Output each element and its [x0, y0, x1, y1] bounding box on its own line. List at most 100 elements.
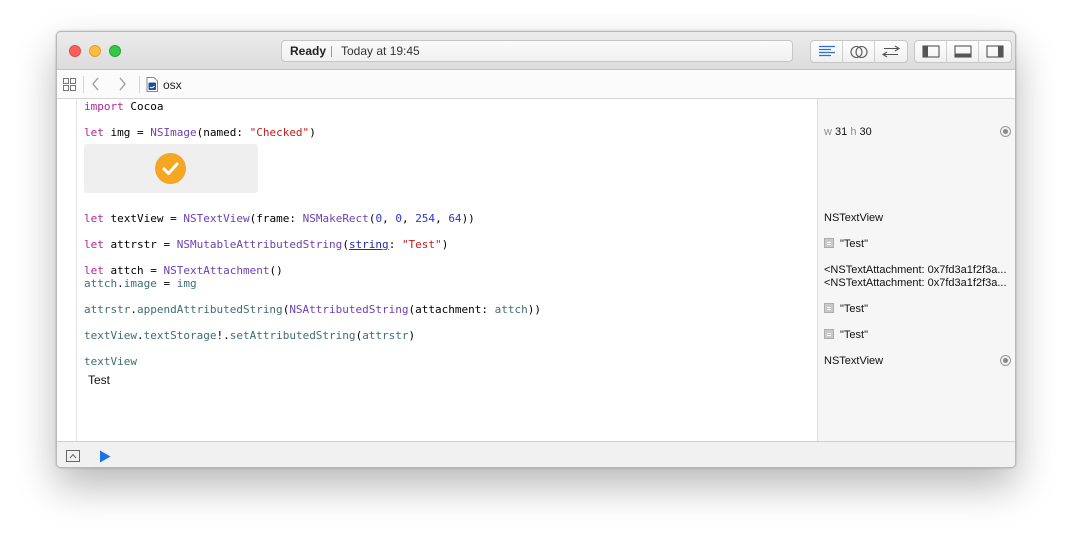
- code-token: (: [342, 238, 349, 251]
- identifier-token: setAttributedString: [229, 329, 356, 342]
- assistant-editor-button[interactable]: [843, 41, 875, 62]
- keyword-token: import: [84, 100, 124, 113]
- code-token: (named:: [196, 126, 250, 139]
- build-status: Ready: [290, 44, 327, 58]
- result-attachment: <NSTextAttachment: 0x7fd3a1f2f3a...: [824, 277, 1007, 289]
- result-append: "Test": [824, 303, 1014, 316]
- number-token: 64: [448, 212, 462, 225]
- quick-look-icon[interactable]: [824, 329, 834, 339]
- code-token: textView =: [103, 212, 184, 225]
- quick-look-icon[interactable]: [824, 303, 834, 313]
- standard-editor-icon: [818, 45, 835, 57]
- standard-editor-button[interactable]: [811, 41, 843, 62]
- type-token: NSAttributedString: [289, 303, 409, 316]
- chevron-right-icon[interactable]: [117, 77, 127, 91]
- debug-area-panel-icon: [953, 45, 972, 58]
- source-editor[interactable]: import Cocoa let img = NSImage(named: "C…: [77, 99, 817, 441]
- build-timestamp: Today at 19:45: [341, 44, 420, 58]
- show-result-icon[interactable]: [1000, 126, 1011, 137]
- identifier-token: attrstr: [84, 303, 131, 316]
- identifier-token: textStorage: [143, 329, 217, 342]
- results-sidebar: w 31 h 30 NSTextView "Test" <NSTextAttac…: [817, 99, 1015, 441]
- function-token: NSMakeRect: [302, 212, 369, 225]
- keyword-token: let: [84, 212, 104, 225]
- jump-bar: osx: [57, 70, 1015, 99]
- keyword-token: let: [84, 264, 104, 277]
- zoom-window-icon[interactable]: [109, 45, 121, 57]
- checkmark-icon: [162, 162, 179, 175]
- parameter-link[interactable]: string: [349, 238, 389, 251]
- editor-mode-control: [810, 40, 908, 63]
- code-token: (frame:: [249, 212, 303, 225]
- swift-file-icon: [146, 77, 158, 92]
- version-editor-button[interactable]: [875, 41, 907, 62]
- image-result-preview[interactable]: [84, 144, 258, 193]
- minimize-window-icon[interactable]: [89, 45, 101, 57]
- hide-debug-area-icon[interactable]: [66, 450, 80, 462]
- title-bar: Ready Today at 19:45: [57, 32, 1015, 70]
- result-value: "Test": [840, 303, 868, 315]
- identifier-token: img: [176, 277, 197, 290]
- identifier-token: attrstr: [362, 329, 409, 342]
- identifier-token: image: [123, 277, 157, 290]
- code-token: )): [527, 303, 541, 316]
- number-token: 254: [415, 212, 436, 225]
- code-token: .: [130, 303, 137, 316]
- run-playground-icon[interactable]: [99, 450, 111, 463]
- code-line: import Cocoa: [84, 100, 164, 113]
- code-token: ): [309, 126, 316, 139]
- code-token: .: [117, 277, 124, 290]
- code-token: ): [408, 329, 416, 342]
- keyword-token: let: [84, 126, 104, 139]
- activity-viewer: Ready Today at 19:45: [281, 40, 793, 62]
- jump-bar-divider: [139, 76, 140, 93]
- code-token: img =: [103, 126, 151, 139]
- result-textview-final: NSTextView: [824, 355, 884, 367]
- code-line: let img = NSImage(named: "Checked"): [84, 126, 316, 139]
- navigator-panel-icon: [921, 45, 940, 58]
- code-token: ,: [401, 212, 416, 225]
- identifier-token: textView: [84, 329, 137, 342]
- code-token: attch =: [103, 264, 164, 277]
- navigator-toggle-button[interactable]: [915, 41, 947, 62]
- close-window-icon[interactable]: [69, 45, 81, 57]
- quick-look-icon[interactable]: [824, 238, 834, 248]
- number-token: 0: [395, 212, 402, 225]
- playground-window: Ready Today at 19:45 osx import Cocoa le…: [56, 31, 1016, 468]
- string-token: "Checked": [249, 126, 310, 139]
- code-line: attrstr.appendAttributedString(NSAttribu…: [84, 303, 541, 316]
- result-value: "Test": [840, 329, 868, 341]
- jump-bar-divider: [83, 76, 84, 93]
- editor-gutter: [57, 99, 77, 441]
- height-label: h: [850, 126, 857, 138]
- version-editor-icon: [881, 45, 901, 58]
- show-result-icon[interactable]: [1000, 355, 1011, 366]
- code-line: let textView = NSTextView(frame: NSMakeR…: [84, 212, 475, 225]
- utilities-toggle-button[interactable]: [979, 41, 1011, 62]
- related-items-grid-icon[interactable]: [63, 78, 76, 91]
- code-token: ,: [435, 212, 449, 225]
- jump-bar-file-name[interactable]: osx: [163, 78, 182, 92]
- code-token: ,: [382, 212, 396, 225]
- code-line: textView: [84, 355, 137, 368]
- height-value: 30: [859, 126, 872, 138]
- code-token: attrstr =: [103, 238, 177, 251]
- keyword-token: let: [84, 238, 104, 251]
- code-line: textView.textStorage!.setAttributedStrin…: [84, 329, 415, 342]
- code-token: Cocoa: [123, 100, 164, 113]
- width-label: w: [824, 126, 832, 138]
- identifier-token: textView: [84, 355, 137, 368]
- string-token: "Test": [401, 238, 442, 251]
- code-token: .: [136, 329, 144, 342]
- debug-area-toggle-button[interactable]: [947, 41, 979, 62]
- debug-bar: [57, 441, 1015, 467]
- code-token: (): [269, 264, 283, 277]
- chevron-left-icon[interactable]: [91, 77, 101, 91]
- result-textview: NSTextView: [824, 212, 884, 224]
- width-value: 31: [835, 126, 848, 138]
- identifier-token: attch: [84, 277, 118, 290]
- code-token: (attachment:: [408, 303, 495, 316]
- identifier-token: attch: [494, 303, 528, 316]
- result-image-size: w 31 h 30: [824, 126, 1014, 139]
- type-token: NSTextView: [183, 212, 250, 225]
